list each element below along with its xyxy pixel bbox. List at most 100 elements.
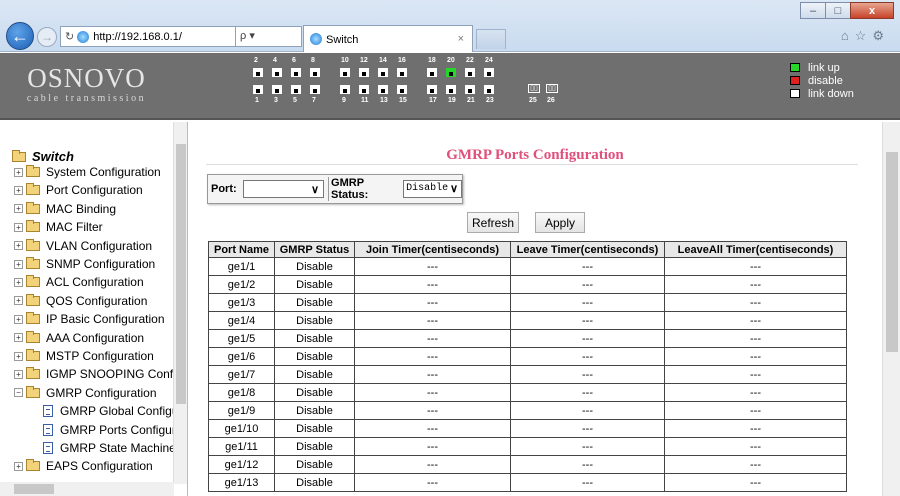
port-6-icon[interactable]: [291, 68, 301, 77]
sfp-port-26-icon[interactable]: ▯▯: [546, 84, 558, 93]
gmrp-status-label: GMRP Status:: [331, 177, 369, 201]
main-vertical-scrollbar[interactable]: [882, 122, 900, 496]
sidebar-item[interactable]: + SNMP Configuration: [14, 255, 155, 273]
expand-icon[interactable]: +: [14, 369, 23, 379]
sidebar-item[interactable]: + MAC Filter: [14, 218, 103, 236]
sidebar-item-label: Port Configuration: [46, 183, 143, 198]
minimize-button[interactable]: –: [800, 2, 826, 19]
port-1-icon[interactable]: [253, 85, 263, 94]
table-row: ge1/4 Disable --- --- ---: [208, 311, 847, 330]
forward-button[interactable]: →: [37, 27, 57, 47]
sidebar-subitem[interactable]: GMRP Ports Configur: [43, 421, 176, 439]
table-cell: ---: [510, 329, 665, 348]
apply-button[interactable]: Apply: [535, 212, 585, 233]
back-button[interactable]: ←: [6, 22, 34, 50]
expand-icon[interactable]: +: [14, 259, 23, 269]
expand-icon[interactable]: +: [14, 314, 23, 324]
port-16-icon[interactable]: [397, 68, 407, 77]
sidebar-item-label: AAA Configuration: [46, 330, 145, 345]
tab-switch[interactable]: Switch ×: [303, 25, 473, 52]
sidebar-item-label: QOS Configuration: [46, 293, 148, 308]
expand-icon[interactable]: +: [14, 277, 23, 287]
sfp-port-25-icon[interactable]: ▯▯: [528, 84, 540, 93]
port-4-icon[interactable]: [272, 68, 282, 77]
port-17-icon[interactable]: [427, 85, 437, 94]
expand-icon[interactable]: +: [14, 204, 23, 214]
table-cell: Disable: [274, 311, 355, 330]
sidebar-item[interactable]: + ACL Configuration: [14, 273, 144, 291]
port-20-icon[interactable]: [446, 68, 456, 77]
sidebar-item[interactable]: − GMRP Configuration: [14, 384, 157, 402]
table-cell: ---: [510, 401, 665, 420]
tab-close-icon[interactable]: ×: [458, 33, 464, 45]
sidebar-item[interactable]: + QOS Configuration: [14, 292, 147, 310]
table-cell: ge1/1: [208, 257, 275, 276]
refresh-icon[interactable]: ↻: [65, 30, 74, 43]
address-bar[interactable]: ↻ http://192.168.0.1/: [60, 26, 236, 47]
sidebar-item-label: IGMP SNOOPING Confi: [46, 367, 176, 382]
sidebar-item[interactable]: + System Configuration: [14, 163, 161, 181]
sidebar-item[interactable]: + EAPS Configuration: [14, 457, 153, 475]
document-icon: [43, 423, 53, 436]
sidebar-item[interactable]: + AAA Configuration: [14, 329, 144, 347]
table-cell: ---: [510, 311, 665, 330]
port-select[interactable]: [242, 180, 325, 198]
expand-icon[interactable]: +: [14, 333, 23, 343]
port-2-icon[interactable]: [253, 68, 263, 77]
sidebar-item[interactable]: + Port Configuration: [14, 181, 143, 199]
expand-icon[interactable]: +: [14, 222, 23, 232]
maximize-button[interactable]: □: [825, 2, 851, 19]
port-18-icon[interactable]: [427, 68, 437, 77]
expand-icon[interactable]: +: [14, 461, 23, 471]
port-21-icon[interactable]: [465, 85, 475, 94]
search-dropdown[interactable]: ρ ▾: [236, 26, 302, 47]
new-tab-button[interactable]: [476, 29, 506, 49]
port-14-icon[interactable]: [378, 68, 388, 77]
sidebar-item[interactable]: + MAC Binding: [14, 200, 116, 218]
port-10-icon[interactable]: [340, 68, 350, 77]
sidebar-vertical-scrollbar[interactable]: [173, 122, 187, 484]
tree-root[interactable]: Switch: [12, 149, 74, 164]
port-8-icon[interactable]: [310, 68, 320, 77]
table-row: ge1/11 Disable --- --- ---: [208, 437, 847, 456]
port-11-icon[interactable]: [359, 85, 369, 94]
sidebar-item-label: EAPS Configuration: [46, 459, 153, 474]
table-cell: ge1/2: [208, 275, 275, 294]
expand-icon[interactable]: −: [14, 388, 23, 398]
table-row: ge1/9 Disable --- --- ---: [208, 401, 847, 420]
expand-icon[interactable]: +: [14, 185, 23, 195]
sidebar-item[interactable]: + MSTP Configuration: [14, 347, 154, 365]
port-22-icon[interactable]: [465, 68, 475, 77]
gmrp-status-select[interactable]: Disable: [403, 180, 462, 198]
table-row: ge1/13 Disable --- --- ---: [208, 473, 847, 492]
port-13-icon[interactable]: [378, 85, 388, 94]
toolbar-icons[interactable]: ⌂☆⚙: [841, 28, 890, 44]
port-24-icon[interactable]: [484, 68, 494, 77]
port-12-icon[interactable]: [359, 68, 369, 77]
expand-icon[interactable]: +: [14, 351, 23, 361]
table-cell: ---: [510, 473, 665, 492]
expand-icon[interactable]: +: [14, 167, 23, 177]
port-7-icon[interactable]: [310, 85, 320, 94]
expand-icon[interactable]: +: [14, 296, 23, 306]
port-15-icon[interactable]: [397, 85, 407, 94]
close-window-button[interactable]: x: [850, 2, 894, 19]
table-cell: ---: [354, 419, 511, 438]
sidebar-horizontal-scrollbar[interactable]: [0, 482, 174, 496]
col-leave-timer: Leave Timer(centiseconds): [510, 241, 665, 258]
sidebar-item[interactable]: + VLAN Configuration: [14, 237, 152, 255]
sidebar-subitem[interactable]: GMRP Global Configu: [43, 402, 179, 420]
port-19-icon[interactable]: [446, 85, 456, 94]
col-join-timer: Join Timer(centiseconds): [354, 241, 511, 258]
expand-icon[interactable]: +: [14, 241, 23, 251]
refresh-button[interactable]: Refresh: [467, 212, 519, 233]
legend-swatch-icon: [790, 89, 800, 98]
table-cell: ---: [510, 257, 665, 276]
sidebar-item[interactable]: + IGMP SNOOPING Confi: [14, 365, 176, 383]
port-5-icon[interactable]: [291, 85, 301, 94]
sidebar-subitem[interactable]: GMRP State Machine: [43, 439, 176, 457]
port-9-icon[interactable]: [340, 85, 350, 94]
port-3-icon[interactable]: [272, 85, 282, 94]
sidebar-item[interactable]: + IP Basic Configuration: [14, 310, 165, 328]
port-23-icon[interactable]: [484, 85, 494, 94]
